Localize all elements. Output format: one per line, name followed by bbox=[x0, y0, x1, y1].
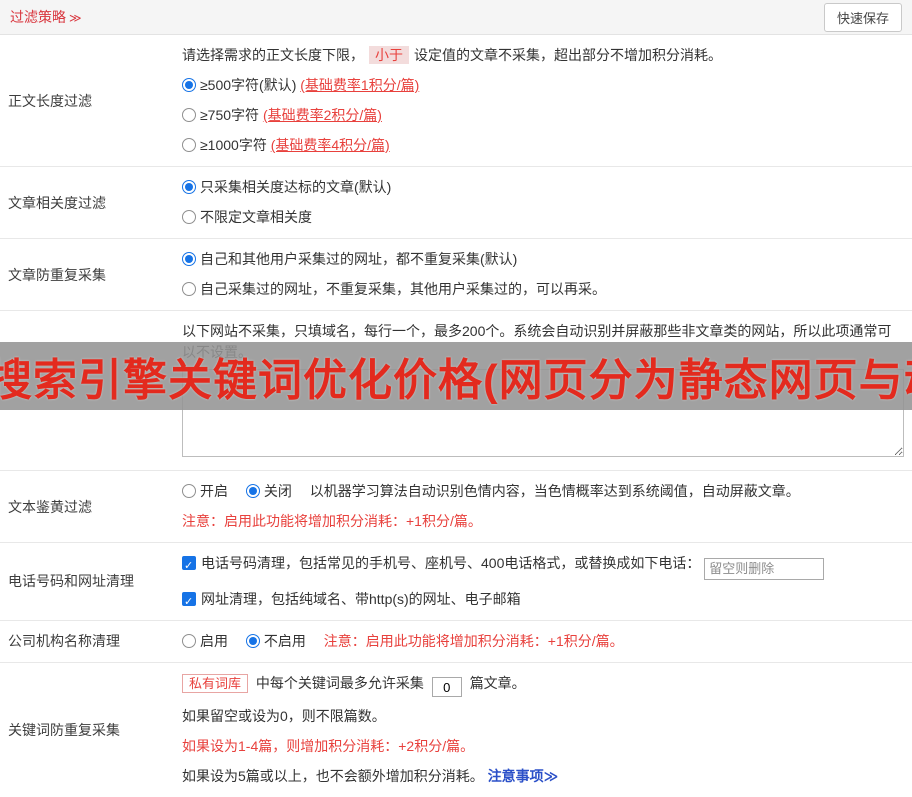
keyword-note-5plus: 如果设为5篇或以上，也不会额外增加积分消耗。 注意事项≫ bbox=[182, 766, 904, 787]
porn-option-on[interactable]: 开启 bbox=[182, 483, 242, 499]
checkbox-url-icon[interactable] bbox=[182, 592, 196, 606]
keyword-count-input[interactable] bbox=[432, 677, 462, 697]
radio-porn-on-icon[interactable] bbox=[182, 484, 196, 498]
relevance-option-2[interactable]: 不限定文章相关度 bbox=[182, 207, 904, 228]
option-1000-note: (基础费率4积分/篇) bbox=[271, 137, 390, 153]
ad-overlay-text: 搜索引擎关键词优化价格(网页分为静态网页与动 bbox=[0, 344, 912, 408]
ad-overlay-banner: 搜索引擎关键词优化价格(网页分为静态网页与动 bbox=[0, 342, 912, 410]
option-500-label: ≥500字符(默认) bbox=[200, 77, 296, 93]
radio-relevance-no-icon[interactable] bbox=[182, 210, 196, 224]
dedupe-option-2[interactable]: 自己采集过的网址，不重复采集，其他用户采集过的，可以再采。 bbox=[182, 279, 904, 300]
section-dedupe: 文章防重复采集 自己和其他用户采集过的网址，都不重复采集(默认) 自己采集过的网… bbox=[0, 239, 912, 311]
porn-on-label: 开启 bbox=[200, 483, 228, 499]
radio-dedupe-own-icon[interactable] bbox=[182, 282, 196, 296]
option-750-label: ≥750字符 bbox=[200, 107, 259, 123]
section-body-length: 正文长度过滤 请选择需求的正文长度下限， 小于设定值的文章不采集，超出部分不增加积… bbox=[0, 35, 912, 167]
section-label-keyword: 关键词防重复采集 bbox=[0, 663, 178, 797]
keyword-note-1to4: 如果设为1-4篇，则增加积分消耗：+2积分/篇。 bbox=[182, 736, 904, 757]
intro-post: 设定值的文章不采集，超出部分不增加积分消耗。 bbox=[414, 47, 722, 63]
notice-link[interactable]: 注意事项≫ bbox=[488, 768, 559, 784]
chevron-down-icon: ≫ bbox=[69, 11, 82, 25]
company-options: 启用 不启用 注意：启用此功能将增加积分消耗：+1积分/篇。 bbox=[182, 631, 904, 652]
phone-clean-label: 电话号码清理，包括常见的手机号、座机号、400电话格式，或替换成如下电话： bbox=[201, 555, 700, 571]
option-1000-label: ≥1000字符 bbox=[200, 137, 267, 153]
intro-pre: 请选择需求的正文长度下限， bbox=[182, 47, 364, 63]
radio-company-on-icon[interactable] bbox=[182, 634, 196, 648]
relevance-option-2-label: 不限定文章相关度 bbox=[200, 209, 312, 225]
company-on-label: 启用 bbox=[200, 633, 228, 649]
replacement-phone-input[interactable] bbox=[704, 558, 824, 580]
option-1000[interactable]: ≥1000字符 (基础费率4积分/篇) bbox=[182, 135, 904, 156]
keyword-note-5plus-text: 如果设为5篇或以上，也不会额外增加积分消耗。 bbox=[182, 768, 484, 784]
dedupe-option-1[interactable]: 自己和其他用户采集过的网址，都不重复采集(默认) bbox=[182, 249, 904, 270]
porn-desc: 以机器学习算法自动识别色情内容，当色情概率达到系统阈值，自动屏蔽文章。 bbox=[310, 483, 800, 499]
intro-highlight: 小于 bbox=[369, 46, 409, 64]
option-500-note: (基础费率1积分/篇) bbox=[300, 77, 419, 93]
header-bar: 过滤策略≫ 快速保存 bbox=[0, 0, 912, 35]
section-label-company: 公司机构名称清理 bbox=[0, 621, 178, 662]
section-porn-filter: 文本鉴黄过滤 开启 关闭 以机器学习算法自动识别色情内容，当色情概率达到系统阈值… bbox=[0, 471, 912, 543]
radio-1000-icon[interactable] bbox=[182, 138, 196, 152]
option-750[interactable]: ≥750字符 (基础费率2积分/篇) bbox=[182, 105, 904, 126]
company-option-off[interactable]: 不启用 bbox=[246, 633, 320, 649]
section-label-porn: 文本鉴黄过滤 bbox=[0, 471, 178, 542]
keyword-limit-mid: 中每个关键词最多允许采集 bbox=[256, 675, 424, 691]
section-phone-url: 电话号码和网址清理 电话号码清理，包括常见的手机号、座机号、400电话格式，或替… bbox=[0, 543, 912, 621]
section-relevance: 文章相关度过滤 只采集相关度达标的文章(默认) 不限定文章相关度 bbox=[0, 167, 912, 239]
phone-clean-option[interactable]: 电话号码清理，包括常见的手机号、座机号、400电话格式，或替换成如下电话： bbox=[182, 553, 904, 580]
radio-porn-off-icon[interactable] bbox=[246, 484, 260, 498]
keyword-limit-line: 私有词库 中每个关键词最多允许采集 篇文章。 bbox=[182, 673, 904, 698]
keyword-limit-end: 篇文章。 bbox=[470, 675, 526, 691]
porn-option-off[interactable]: 关闭 bbox=[246, 483, 306, 499]
url-clean-option[interactable]: 网址清理，包括纯域名、带http(s)的网址、电子邮箱 bbox=[182, 589, 904, 610]
section-label-body-length: 正文长度过滤 bbox=[0, 35, 178, 166]
body-length-intro: 请选择需求的正文长度下限， 小于设定值的文章不采集，超出部分不增加积分消耗。 bbox=[182, 45, 904, 66]
porn-note: 注意：启用此功能将增加积分消耗：+1积分/篇。 bbox=[182, 511, 904, 532]
radio-750-icon[interactable] bbox=[182, 108, 196, 122]
section-label-relevance: 文章相关度过滤 bbox=[0, 167, 178, 238]
relevance-option-1[interactable]: 只采集相关度达标的文章(默认) bbox=[182, 177, 904, 198]
section-keyword-dedupe: 关键词防重复采集 私有词库 中每个关键词最多允许采集 篇文章。 如果留空或设为0… bbox=[0, 663, 912, 797]
keyword-note-zero: 如果留空或设为0，则不限篇数。 bbox=[182, 706, 904, 727]
dedupe-option-2-label: 自己采集过的网址，不重复采集，其他用户采集过的，可以再采。 bbox=[200, 281, 606, 297]
section-label-dedupe: 文章防重复采集 bbox=[0, 239, 178, 310]
option-750-note: (基础费率2积分/篇) bbox=[263, 107, 382, 123]
relevance-option-1-label: 只采集相关度达标的文章(默认) bbox=[200, 179, 391, 195]
option-500[interactable]: ≥500字符(默认) (基础费率1积分/篇) bbox=[182, 75, 904, 96]
radio-500-icon[interactable] bbox=[182, 78, 196, 92]
porn-off-label: 关闭 bbox=[264, 483, 292, 499]
company-off-label: 不启用 bbox=[264, 633, 306, 649]
section-company-clean: 公司机构名称清理 启用 不启用 注意：启用此功能将增加积分消耗：+1积分/篇。 bbox=[0, 621, 912, 663]
url-clean-label: 网址清理，包括纯域名、带http(s)的网址、电子邮箱 bbox=[201, 591, 521, 607]
checkbox-phone-icon[interactable] bbox=[182, 556, 196, 570]
company-option-on[interactable]: 启用 bbox=[182, 633, 242, 649]
porn-options: 开启 关闭 以机器学习算法自动识别色情内容，当色情概率达到系统阈值，自动屏蔽文章… bbox=[182, 481, 904, 502]
company-note: 注意：启用此功能将增加积分消耗：+1积分/篇。 bbox=[324, 633, 624, 649]
radio-company-off-icon[interactable] bbox=[246, 634, 260, 648]
page-title[interactable]: 过滤策略≫ bbox=[10, 7, 82, 27]
radio-dedupe-all-icon[interactable] bbox=[182, 252, 196, 266]
private-lexicon-tag[interactable]: 私有词库 bbox=[182, 674, 248, 693]
radio-relevance-yes-icon[interactable] bbox=[182, 180, 196, 194]
dedupe-option-1-label: 自己和其他用户采集过的网址，都不重复采集(默认) bbox=[200, 251, 517, 267]
quick-save-button[interactable]: 快速保存 bbox=[824, 3, 902, 32]
section-label-phone-url: 电话号码和网址清理 bbox=[0, 543, 178, 620]
page-title-text: 过滤策略 bbox=[10, 9, 66, 25]
